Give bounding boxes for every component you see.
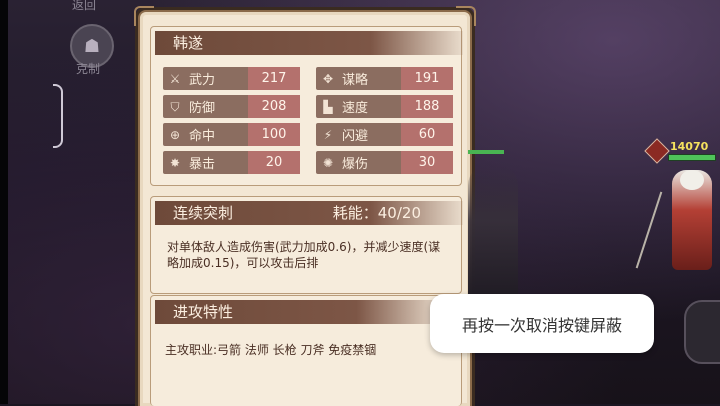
screen-edge (0, 0, 8, 404)
sword-icon: ⚔ (169, 71, 181, 86)
strategy-icon: ✥ (322, 71, 334, 86)
stats-grid: ⚔ 武力 217 ✥ 谋略 191 ⛉ 防御 208 ▙ 速度 188 ⊕ 命中 (163, 67, 453, 174)
stat-label: 闪避 (342, 129, 369, 144)
stat-defense: ⛉ 防御 208 (163, 95, 300, 118)
stat-value: 30 (401, 151, 453, 174)
stat-label: 谋略 (342, 73, 369, 88)
stat-label: 暴击 (189, 157, 216, 172)
ally-hp-bar (468, 150, 504, 154)
skill-description: 对单体敌人造成伤害(武力加成0.6)，并减少速度(谋略加成0.15)，可以攻击后… (167, 240, 441, 270)
counter-label: 克制 (76, 62, 101, 76)
skill-card: 连续突刺 耗能：40/20 对单体敌人造成伤害(武力加成0.6)，并减少速度(谋… (150, 196, 463, 294)
stat-label: 武力 (189, 73, 216, 88)
stat-speed: ▙ 速度 188 (316, 95, 453, 118)
dodge-icon: ⚡ (323, 127, 333, 142)
stat-crit-damage: ✺ 爆伤 30 (316, 151, 453, 174)
boot-icon: ▙ (323, 99, 333, 114)
stat-value: 20 (248, 151, 300, 174)
crit-damage-icon: ✺ (322, 155, 334, 170)
stat-crit: ✸ 暴击 20 (163, 151, 300, 174)
stat-value: 191 (401, 67, 453, 90)
stats-card: 韩遂 ⚔ 武力 217 ✥ 谋略 191 ⛉ 防御 208 ▙ 速度 188 ⊕… (150, 26, 463, 186)
unit-info-panel: 韩遂 ⚔ 武力 217 ✥ 谋略 191 ⛉ 防御 208 ▙ 速度 188 ⊕… (134, 6, 476, 406)
ornament-corner-left (134, 6, 154, 26)
enemy-hp-value: 14070 (670, 140, 709, 153)
shield-icon: ⛉ (170, 99, 180, 114)
stat-accuracy: ⊕ 命中 100 (163, 123, 300, 146)
stat-value: 100 (248, 123, 300, 146)
stat-label: 速度 (342, 101, 369, 116)
crit-icon: ✸ (169, 155, 181, 170)
stat-label: 爆伤 (342, 157, 369, 172)
skill-cost: 耗能：40/20 (332, 204, 421, 222)
stat-label: 命中 (189, 129, 216, 144)
traits-card: 进攻特性 主攻职业:弓箭 法师 长枪 刀斧 免疫禁锢 (150, 295, 462, 406)
stat-value: 188 (401, 95, 453, 118)
ornament-corner-right (456, 6, 476, 26)
helmet-icon: ☗ (83, 35, 101, 57)
stat-dodge: ⚡ 闪避 60 (316, 123, 453, 146)
stat-value: 60 (401, 123, 453, 146)
crosshair-icon: ⊕ (169, 127, 181, 142)
back-button[interactable]: 返回 (72, 0, 96, 13)
background-soldier (468, 165, 518, 305)
enemy-unit-head (680, 170, 704, 190)
stat-attack: ⚔ 武力 217 (163, 67, 300, 90)
traits-text: 主攻职业:弓箭 法师 长枪 刀斧 免疫禁锢 (165, 343, 377, 357)
stat-label: 防御 (189, 101, 216, 116)
enemy-hp-bar (668, 154, 716, 161)
unit-name: 韩遂 (155, 31, 463, 55)
toast-message: 再按一次取消按键屏蔽 (430, 294, 654, 353)
stat-value: 208 (248, 95, 300, 118)
dark-shield (684, 300, 720, 364)
side-drawer-handle[interactable] (53, 84, 63, 148)
stat-strategy: ✥ 谋略 191 (316, 67, 453, 90)
stat-value: 217 (248, 67, 300, 90)
traits-title: 进攻特性 (155, 300, 443, 324)
